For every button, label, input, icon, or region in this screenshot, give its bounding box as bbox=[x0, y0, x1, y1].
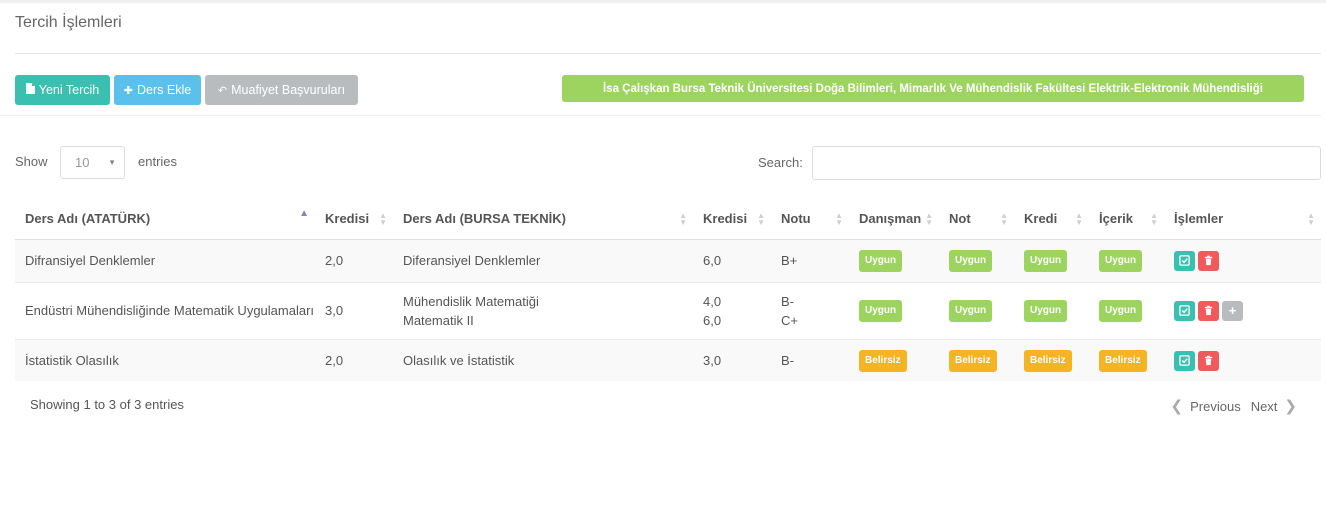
add-course-button[interactable]: ✚ Ders Ekle bbox=[114, 75, 201, 105]
cell-actions: + bbox=[1164, 282, 1321, 340]
advisor-status-badge: Belirsiz bbox=[859, 349, 907, 372]
header-credit-src[interactable]: Kredisi ▲ ▼ bbox=[315, 199, 393, 240]
cell-course-dst: Olasılık ve İstatistik bbox=[393, 339, 693, 381]
credit-status-badge: Belirsiz bbox=[1024, 349, 1072, 372]
add-course-label: Ders Ekle bbox=[137, 83, 192, 97]
cell-grade: B- C+ bbox=[771, 282, 849, 340]
plus-icon: + bbox=[1228, 303, 1237, 319]
trash-icon bbox=[1204, 306, 1213, 316]
edit-button[interactable] bbox=[1174, 300, 1195, 321]
exemption-button[interactable]: ↶ Muafiyet Başvuruları bbox=[205, 75, 358, 105]
entries-length-value: 10 bbox=[75, 155, 90, 170]
entries-label: entries bbox=[138, 154, 178, 169]
sort-icon: ▲ ▼ bbox=[1000, 211, 1008, 227]
edit-button[interactable] bbox=[1174, 350, 1195, 371]
show-label: Show bbox=[15, 154, 48, 169]
cell-actions bbox=[1164, 239, 1321, 283]
edit-button[interactable] bbox=[1174, 250, 1195, 271]
toolbar-divider bbox=[0, 115, 1321, 116]
sort-icon: ▲ ▼ bbox=[757, 211, 765, 227]
pagination: ❮ Previous Next ❯ bbox=[1164, 397, 1304, 415]
header-course-dst[interactable]: Ders Adı (BURSA TEKNİK) ▲ ▼ bbox=[393, 199, 693, 240]
entries-length-select[interactable]: 10 ▼ bbox=[60, 146, 125, 179]
page-title: Tercih İşlemleri bbox=[15, 14, 122, 31]
new-choice-label: Yeni Tercih bbox=[38, 83, 100, 97]
previous-button[interactable]: Previous bbox=[1190, 399, 1241, 414]
advisor-status-badge: Uygun bbox=[859, 250, 903, 272]
cell-credit-dst: 6,0 bbox=[693, 239, 771, 283]
cell-course-dst: Diferansiyel Denklemler bbox=[393, 239, 693, 283]
title-divider bbox=[15, 53, 1321, 54]
top-border bbox=[0, 0, 1326, 3]
header-advisor[interactable]: Danışman ▲ ▼ bbox=[849, 199, 939, 240]
header-grade[interactable]: Notu ▲ ▼ bbox=[771, 199, 849, 240]
cell-credit-dst: 3,0 bbox=[693, 339, 771, 381]
table-info: Showing 1 to 3 of 3 entries bbox=[30, 397, 184, 412]
sort-asc-icon: ▲ bbox=[299, 208, 309, 219]
sort-icon: ▲ ▼ bbox=[1307, 211, 1315, 227]
content-status-badge: Belirsiz bbox=[1099, 349, 1147, 372]
delete-button[interactable] bbox=[1198, 250, 1219, 271]
credit-status-badge: Uygun bbox=[1024, 250, 1068, 272]
header-actions[interactable]: İşlemler ▲ ▼ bbox=[1164, 199, 1321, 240]
header-note[interactable]: Not ▲ ▼ bbox=[939, 199, 1014, 240]
edit-check-icon bbox=[1179, 355, 1190, 366]
note-status-badge: Uygun bbox=[949, 300, 993, 322]
cell-credit-src: 2,0 bbox=[315, 339, 393, 381]
content-status-badge: Uygun bbox=[1099, 300, 1143, 322]
next-button[interactable]: Next bbox=[1251, 399, 1278, 414]
table-row: Difransiyel Denklemler 2,0 Diferansiyel … bbox=[15, 239, 1321, 283]
note-status-badge: Belirsiz bbox=[949, 349, 997, 372]
file-icon bbox=[25, 83, 35, 97]
sort-icon: ▲ ▼ bbox=[379, 211, 387, 227]
search-input[interactable] bbox=[812, 146, 1321, 180]
note-status-badge: Uygun bbox=[949, 250, 993, 272]
cell-course-src: Difransiyel Denklemler bbox=[15, 239, 315, 283]
sort-icon: ▲ ▼ bbox=[835, 211, 843, 227]
cell-grade: B+ bbox=[771, 239, 849, 283]
new-choice-button[interactable]: Yeni Tercih bbox=[15, 75, 110, 105]
search-label: Search: bbox=[758, 155, 803, 170]
delete-button[interactable] bbox=[1198, 300, 1219, 321]
chevron-right-icon: ❯ bbox=[1284, 398, 1297, 415]
course-table: Ders Adı (ATATÜRK) ▲ Kredisi ▲ ▼ Ders Adı (… bbox=[15, 199, 1321, 381]
content-status-badge: Uygun bbox=[1099, 250, 1143, 272]
header-credit[interactable]: Kredi ▲ ▼ bbox=[1014, 199, 1089, 240]
delete-button[interactable] bbox=[1198, 350, 1219, 371]
sort-icon: ▲ ▼ bbox=[925, 211, 933, 227]
sort-icon: ▲ ▼ bbox=[1075, 211, 1083, 227]
trash-icon bbox=[1204, 256, 1213, 266]
cell-actions bbox=[1164, 339, 1321, 381]
sort-icon: ▲ ▼ bbox=[679, 211, 687, 227]
cell-course-src: Endüstri Mühendisliğinde Matematik Uygul… bbox=[15, 282, 315, 340]
plus-icon: ✚ bbox=[123, 84, 134, 97]
sort-icon: ▲ ▼ bbox=[1150, 211, 1158, 227]
add-row-button[interactable]: + bbox=[1222, 300, 1243, 321]
cell-credit-dst: 4,0 6,0 bbox=[693, 282, 771, 340]
edit-check-icon bbox=[1179, 255, 1190, 267]
table-row: Endüstri Mühendisliğinde Matematik Uygul… bbox=[15, 282, 1321, 340]
header-course-src[interactable]: Ders Adı (ATATÜRK) ▲ bbox=[15, 199, 315, 240]
cell-course-dst: Mühendislik Matematiği Matematik II bbox=[393, 282, 693, 340]
header-content[interactable]: İçerik ▲ ▼ bbox=[1089, 199, 1164, 240]
header-credit-dst[interactable]: Kredisi ▲ ▼ bbox=[693, 199, 771, 240]
cell-grade: B- bbox=[771, 339, 849, 381]
chevron-left-icon: ❮ bbox=[1170, 398, 1184, 415]
cell-course-src: İstatistik Olasılık bbox=[15, 339, 315, 381]
edit-check-icon bbox=[1179, 305, 1190, 317]
reply-icon: ↶ bbox=[217, 84, 228, 97]
exemption-label: Muafiyet Başvuruları bbox=[231, 83, 346, 97]
program-badge: İsa Çalışkan Bursa Teknik Üniversitesi D… bbox=[562, 75, 1304, 102]
table-row: İstatistik Olasılık 2,0 Olasılık ve İsta… bbox=[15, 339, 1321, 381]
trash-icon bbox=[1204, 355, 1213, 366]
advisor-status-badge: Uygun bbox=[859, 300, 903, 322]
cell-credit-src: 3,0 bbox=[315, 282, 393, 340]
cell-credit-src: 2,0 bbox=[315, 239, 393, 283]
credit-status-badge: Uygun bbox=[1024, 300, 1068, 322]
caret-down-icon: ▼ bbox=[108, 158, 116, 167]
